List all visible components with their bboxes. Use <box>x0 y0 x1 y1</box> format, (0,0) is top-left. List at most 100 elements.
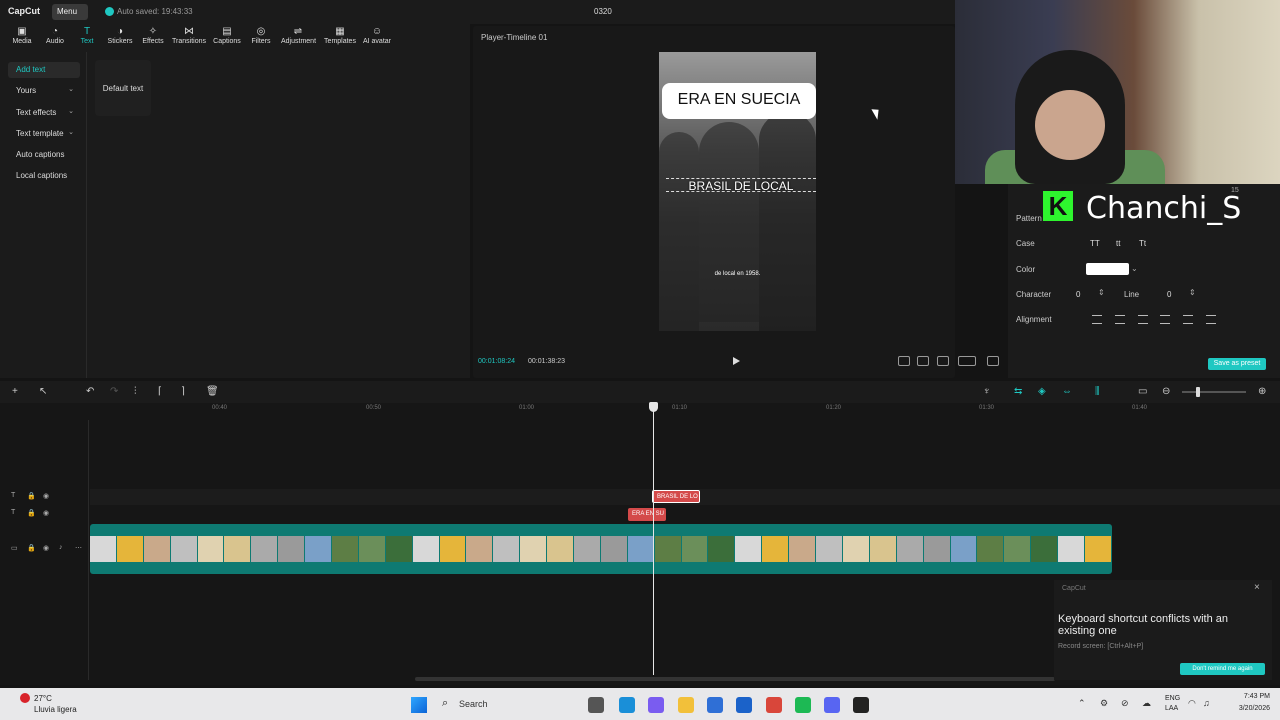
weather-temp[interactable]: 27°C <box>34 694 52 703</box>
case-upper-button[interactable]: TT <box>1090 239 1100 248</box>
tool-text[interactable]: T Text <box>70 26 104 50</box>
tool-captions[interactable]: ▤ Captions <box>210 26 244 50</box>
snap-icon[interactable]: ⫼ <box>1095 386 1100 397</box>
align-vertical-center-icon[interactable] <box>1183 315 1193 324</box>
nav-item-yours[interactable]: Yours ⌄ <box>8 83 80 99</box>
playhead[interactable] <box>653 405 654 675</box>
wifi-icon[interactable]: ◠ <box>1188 698 1196 709</box>
zoom-in-icon[interactable]: ⊕ <box>1258 386 1266 397</box>
lock-icon[interactable]: 🔒 <box>27 492 36 500</box>
tool-audio[interactable]: ◔ Audio <box>38 26 72 50</box>
align-right-icon[interactable] <box>1138 315 1148 324</box>
dont-remind-button[interactable]: Don't remind me again <box>1180 663 1265 675</box>
nav-item-text-template[interactable]: Text template ⌄ <box>8 126 80 142</box>
chevron-up-icon[interactable]: ⌃ <box>1078 698 1086 709</box>
caption-track-icon[interactable]: ▭ <box>1138 386 1147 397</box>
store-icon[interactable] <box>707 697 723 713</box>
color-swatch[interactable] <box>1086 263 1129 275</box>
eye-icon[interactable]: ◉ <box>43 509 49 517</box>
tool-transitions[interactable]: ⋈ Transitions <box>172 26 206 50</box>
audio-icon[interactable]: ♪ <box>59 544 63 551</box>
split-icon[interactable]: ⫶ <box>134 386 137 397</box>
fullscreen-icon[interactable] <box>987 356 999 366</box>
clock-time[interactable]: 7:43 PM <box>1222 693 1270 700</box>
mail-icon[interactable] <box>736 697 752 713</box>
preview-axis-icon[interactable]: ⇔ <box>1062 386 1072 397</box>
tool-templates[interactable]: ▦ Templates <box>323 26 357 50</box>
tool-filters[interactable]: ◎ Filters <box>244 26 278 50</box>
snapshot-icon[interactable] <box>937 356 949 366</box>
stepper-icon[interactable]: ⇕ <box>1189 288 1196 297</box>
more-icon[interactable]: ⋯ <box>75 544 82 552</box>
delete-icon[interactable]: 🗑 <box>206 386 219 397</box>
capcut-icon[interactable] <box>853 697 869 713</box>
nav-item-add-text[interactable]: Add text <box>8 62 80 78</box>
tool-stickers[interactable]: ◑ Stickers <box>103 26 137 50</box>
link-icon[interactable]: ⇆ <box>1014 386 1022 397</box>
save-preset-button[interactable]: Save as preset <box>1208 358 1266 370</box>
align-center-icon[interactable] <box>1115 315 1125 324</box>
lock-icon[interactable]: 🔒 <box>27 509 36 517</box>
magnet-icon[interactable]: ◈ <box>1038 386 1046 397</box>
language-indicator[interactable]: ENG <box>1165 695 1180 702</box>
trim-right-icon[interactable]: ⌉ <box>181 386 185 397</box>
eye-icon[interactable]: ◉ <box>43 492 49 500</box>
character-value[interactable]: 0 <box>1076 290 1080 299</box>
tray-app-icon[interactable]: ☁ <box>1142 698 1151 709</box>
menu-button[interactable]: Menu <box>52 4 88 20</box>
edge-icon[interactable] <box>619 697 635 713</box>
tool-adjustment[interactable]: ⇌ Adjustment <box>281 26 316 50</box>
text-clip[interactable]: BRASIL DE LO <box>652 490 700 503</box>
keyboard-layout[interactable]: LAA <box>1165 705 1178 712</box>
nav-item-auto-captions[interactable]: Auto captions <box>8 147 80 163</box>
search-box[interactable]: Search <box>459 699 488 709</box>
close-icon[interactable]: × <box>1254 582 1260 593</box>
discord-icon[interactable] <box>824 697 840 713</box>
add-track-icon[interactable]: + <box>12 386 18 397</box>
chevron-down-icon[interactable]: ⌄ <box>1131 264 1138 273</box>
tool-ai-avatar[interactable]: ☺ AI avatar <box>360 26 394 50</box>
volume-icon[interactable]: ♫ <box>1203 698 1210 708</box>
tool-effects[interactable]: ✧ Effects <box>136 26 170 50</box>
text-clip[interactable]: ERA EN SU <box>628 508 666 521</box>
zoom-slider[interactable] <box>1182 391 1246 393</box>
display-icon[interactable] <box>917 356 929 366</box>
video-clip[interactable] <box>90 524 1112 574</box>
align-vertical-left-icon[interactable] <box>1160 315 1170 324</box>
line-value[interactable]: 0 <box>1167 290 1171 299</box>
copilot-icon[interactable] <box>648 697 664 713</box>
file-explorer-icon[interactable] <box>678 697 694 713</box>
tool-media[interactable]: ▣ Media <box>5 26 39 50</box>
undo-icon[interactable]: ↶ <box>86 386 94 397</box>
lock-icon[interactable]: 🔒 <box>27 544 36 552</box>
tray-app-icon[interactable]: ⊘ <box>1121 698 1129 709</box>
stepper-icon[interactable]: ⇕ <box>1098 288 1105 297</box>
align-vertical-right-icon[interactable] <box>1206 315 1216 324</box>
ratio-icon[interactable] <box>898 356 910 366</box>
case-title-button[interactable]: Tt <box>1139 239 1146 248</box>
spotify-icon[interactable] <box>795 697 811 713</box>
eye-icon[interactable]: ◉ <box>43 544 49 552</box>
chrome-icon[interactable] <box>766 697 782 713</box>
zoom-slider-handle[interactable] <box>1196 387 1200 397</box>
clock-date[interactable]: 3/20/2026 <box>1222 705 1270 712</box>
start-button[interactable] <box>411 697 427 713</box>
search-icon[interactable]: ⌕ <box>442 697 448 710</box>
zoom-out-icon[interactable]: ⊖ <box>1162 386 1170 397</box>
weather-icon[interactable] <box>20 693 30 703</box>
nav-item-text-effects[interactable]: Text effects ⌄ <box>8 105 80 121</box>
timeline-scrollbar[interactable] <box>415 677 1055 681</box>
microphone-icon[interactable]: ♆ <box>983 386 991 397</box>
play-icon[interactable] <box>733 357 740 365</box>
caption-secondary[interactable]: BRASIL DE LOCAL <box>666 178 816 193</box>
align-left-icon[interactable] <box>1092 315 1102 324</box>
case-lower-button[interactable]: tt <box>1116 239 1120 248</box>
caption-main[interactable]: ERA EN SUECIA <box>662 83 816 119</box>
quality-icon[interactable] <box>958 356 976 366</box>
redo-icon[interactable]: ↷ <box>110 386 118 397</box>
tray-app-icon[interactable]: ⚙ <box>1100 698 1108 709</box>
task-view-icon[interactable] <box>588 697 604 713</box>
default-text-card[interactable]: Default text <box>95 60 151 116</box>
nav-item-local-captions[interactable]: Local captions <box>8 168 80 184</box>
weather-description[interactable]: Lluvia ligera <box>34 705 77 714</box>
